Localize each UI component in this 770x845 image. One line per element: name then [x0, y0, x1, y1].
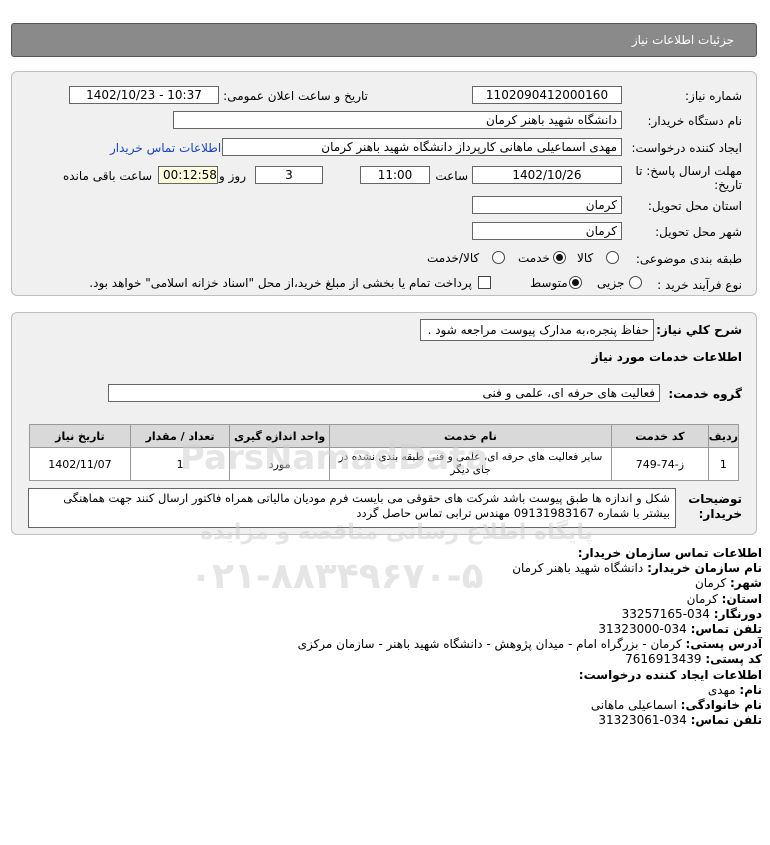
deadline-time-field: 11:00: [360, 166, 430, 184]
services-table: ردیف کد خدمت نام خدمت واحد اندازه گیری ت…: [29, 424, 740, 481]
col-quantity: تعداد / مقدار: [129, 424, 231, 448]
table-row: 1 ز-74-749 سایر فعالیت های حرفه ای، علمی…: [29, 447, 740, 481]
days-label: روز و: [219, 169, 246, 183]
creator-phone-label: تلفن تماس:: [690, 713, 762, 728]
services-table-header: ردیف کد خدمت نام خدمت واحد اندازه گیری ت…: [29, 424, 740, 448]
service-group-field: فعالیت های حرفه ای، علمی و فنی: [108, 384, 660, 402]
category-radio-service[interactable]: [553, 251, 566, 264]
buyer-org-field: دانشگاه شهید باهنر کرمان: [173, 111, 622, 129]
first-name-label: نام:: [739, 682, 762, 697]
notes-field: شکل و اندازه ها طبق پیوست باشد شرکت های …: [28, 488, 676, 528]
buyer-org-label: نام دستگاه خریدار:: [647, 114, 743, 128]
deadline-date-field: 1402/10/26: [472, 166, 622, 184]
city-field: کرمان: [472, 222, 622, 240]
summary-label: شرح کلي نياز:: [656, 323, 742, 337]
org-name-label: نام سازمان خریدار:: [647, 561, 762, 576]
province-field: کرمان: [472, 196, 622, 214]
category-radio-goods-service[interactable]: [492, 251, 505, 264]
contact-province-label: استان:: [721, 591, 762, 606]
creator-heading: اطلاعات ایجاد کننده درخواست:: [578, 667, 762, 682]
announce-field: 1402/10/23 - 10:37: [69, 86, 219, 104]
cell-service-code: ز-74-749: [611, 447, 709, 481]
col-service-code: کد خدمت: [611, 424, 709, 448]
contact-province: کرمان: [686, 591, 718, 606]
category-option-goods-service: کالا/خدمت: [427, 251, 480, 265]
category-label: طبقه بندی موضوعی:: [635, 252, 742, 266]
org-heading: اطلاعات تماس سازمان خریدار:: [577, 546, 762, 560]
contact-info: اطلاعات تماس سازمان خریدار: نام سازمان خ…: [298, 546, 762, 728]
creator-field: مهدی اسماعیلی ماهانی کارپرداز دانشگاه شه…: [222, 138, 622, 156]
postal-label: کد پستی:: [705, 652, 762, 667]
need-number-label: شماره نیاز:: [685, 89, 742, 103]
col-unit: واحد اندازه گیری: [229, 424, 330, 448]
contact-city: کرمان: [694, 576, 727, 591]
fax-label: دورنگار:: [713, 606, 762, 621]
postal-value: 7616913439: [625, 652, 702, 667]
remaining-label: ساعت باقی مانده: [62, 169, 152, 183]
phone-label: تلفن تماس:: [690, 622, 762, 637]
buyer-contact-link[interactable]: اطلاعات تماس خریدار: [110, 141, 221, 155]
time-label: ساعت: [435, 169, 468, 183]
phone-value: 034-31323000: [598, 622, 687, 637]
page-header: جزئیات اطلاعات نیاز: [11, 23, 757, 57]
city-label: شهر محل تحویل:: [655, 225, 742, 239]
services-heading: اطلاعات خدمات مورد نیاز: [591, 350, 742, 364]
process-radio-medium[interactable]: [569, 276, 582, 289]
creator-label: ایجاد کننده درخواست:: [631, 141, 742, 155]
fax-value: 034-33257165: [621, 606, 710, 621]
treasury-text: پرداخت تمام یا بخشی از مبلغ خرید،از محل …: [89, 276, 472, 290]
process-option-minor: جزیی: [597, 276, 625, 290]
page-title: جزئیات اطلاعات نیاز: [631, 33, 734, 47]
col-service-name: نام خدمت: [328, 424, 613, 448]
category-option-service: خدمت: [518, 251, 550, 265]
category-option-goods: کالا: [577, 251, 594, 265]
process-radio-minor[interactable]: [629, 276, 642, 289]
contact-city-label: شهر:: [730, 576, 762, 591]
address-value: کرمان - بزرگراه امام - میدان پژوهش - دان…: [297, 637, 682, 652]
days-field: 3: [255, 166, 323, 184]
deadline-label: مهلت ارسال پاسخ: تا تاریخ:: [635, 164, 742, 192]
col-row: ردیف: [707, 424, 740, 448]
need-number-field: 1102090412000160: [472, 86, 622, 104]
last-name: اسماعیلی ماهانی: [590, 698, 677, 713]
remaining-time-field: 00:12:58: [158, 166, 218, 184]
creator-phone: 034-31323061: [598, 713, 687, 728]
treasury-checkbox[interactable]: [478, 276, 491, 289]
announce-label: تاریخ و ساعت اعلان عمومی:: [223, 89, 368, 103]
notes-label: توضیحات خریدار:: [688, 492, 742, 521]
col-need-date: تاریخ نیاز: [29, 424, 131, 448]
service-group-label: گروه خدمت:: [668, 387, 742, 401]
cell-service-name: سایر فعالیت های حرفه ای، علمی و فنی طبقه…: [328, 447, 613, 481]
first-name: مهدی: [707, 682, 736, 697]
last-name-label: نام خانوادگی:: [680, 698, 762, 713]
cell-unit: مورد: [229, 447, 330, 481]
province-label: استان محل تحویل:: [647, 199, 742, 213]
address-label: آدرس پستی:: [685, 637, 762, 652]
cell-quantity: 1: [129, 447, 231, 481]
summary-field: حفاظ پنجره،به مدارک پیوست مراجعه شود .: [420, 319, 654, 341]
cell-need-date: 1402/11/07: [29, 447, 131, 481]
category-radio-goods[interactable]: [606, 251, 619, 264]
process-label: نوع فرآیند خرید :: [657, 278, 742, 292]
cell-row: 1: [707, 447, 740, 481]
process-option-medium: متوسط: [530, 276, 568, 290]
org-name: دانشگاه شهید باهنر کرمان: [512, 561, 644, 576]
